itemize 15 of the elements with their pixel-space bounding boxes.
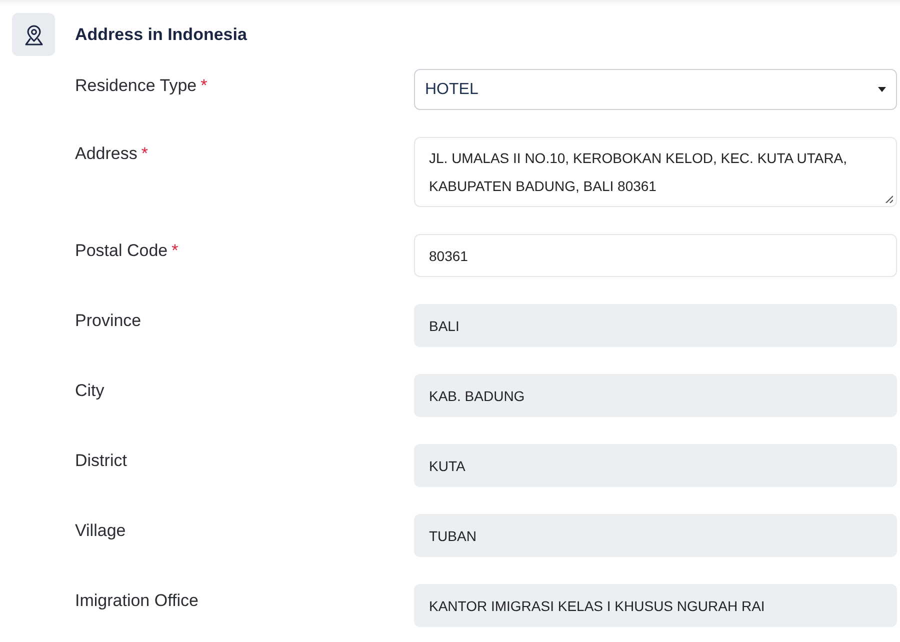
section-title: Address in Indonesia	[75, 24, 247, 44]
resize-grip-icon	[885, 195, 893, 203]
field-label: Postal Code *	[75, 240, 180, 262]
field-label: Imigration Office	[75, 590, 200, 612]
field-label: District	[75, 450, 128, 472]
input-field[interactable]: 80361	[414, 234, 897, 277]
field-label: Province	[75, 310, 142, 332]
caret-icon	[878, 87, 886, 92]
field-label: Address *	[75, 143, 149, 165]
field-label: Village	[75, 520, 127, 542]
map-pin-icon	[12, 13, 55, 56]
field-label: Residence Type *	[75, 75, 208, 97]
field-label: City	[75, 380, 106, 402]
textarea-field[interactable]: JL. UMALAS II NO.10, KEROBOKAN KELOD, KEC. KUTA UTARA, KABUPATEN BADUNG, BALI 80361	[414, 137, 897, 207]
select-field[interactable]: HOTEL	[414, 69, 897, 110]
